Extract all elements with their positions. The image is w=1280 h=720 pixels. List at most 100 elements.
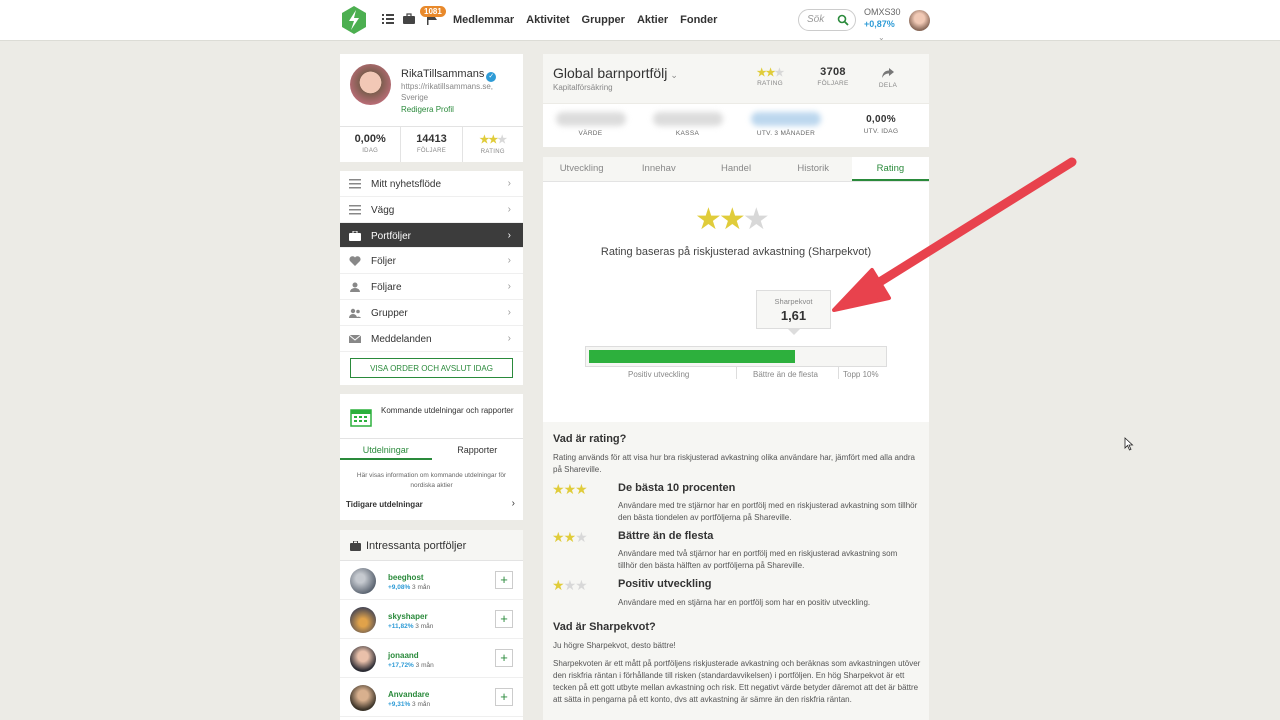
edit-profile-link[interactable]: Redigera Profil bbox=[401, 105, 454, 114]
profile-name[interactable]: RikaTillsammans bbox=[401, 68, 484, 80]
sidebar-item-label: Meddelanden bbox=[371, 333, 432, 345]
sidebar-item-groups[interactable]: Grupper › bbox=[340, 300, 523, 326]
sharpe-explanation: Sharpekvoten är ett mått på portföljens … bbox=[553, 659, 921, 704]
sidebar-item-newsfeed[interactable]: Mitt nyhetsflöde › bbox=[340, 171, 523, 197]
avatar[interactable] bbox=[350, 646, 376, 672]
portfolio-values: VÄRDE KASSA UTV. 3 MÅNADER 0,00% UTV. ID… bbox=[543, 104, 929, 147]
tab-history[interactable]: Historik bbox=[775, 157, 852, 181]
search-input[interactable]: Sök bbox=[798, 9, 856, 31]
sharpe-label: Sharpekvot bbox=[774, 297, 813, 306]
portfolio-gain: +11,82% 3 mån bbox=[388, 623, 433, 630]
dividends-title: Kommande utdelningar och rapporter bbox=[381, 406, 514, 415]
follow-button[interactable]: + bbox=[495, 571, 513, 589]
briefcase-icon[interactable] bbox=[402, 12, 416, 26]
portfolio-followers[interactable]: 3708 FÖLJARE bbox=[813, 66, 853, 87]
nav-groups[interactable]: Grupper bbox=[582, 14, 625, 26]
portfolio-owner-name[interactable]: Anvandare bbox=[388, 690, 429, 699]
chevron-right-icon: › bbox=[507, 332, 511, 344]
follow-button[interactable]: + bbox=[495, 649, 513, 667]
notification-badge: 1081 bbox=[420, 6, 446, 17]
list-item[interactable]: jonaand +17,72% 3 mån + bbox=[340, 639, 523, 678]
level-1-title: Positiv utveckling bbox=[618, 578, 712, 590]
nav-stocks[interactable]: Aktier bbox=[637, 14, 668, 26]
search-icon[interactable] bbox=[837, 14, 849, 26]
follow-button[interactable]: + bbox=[495, 688, 513, 706]
previous-dividends-link[interactable]: Tidigare utdelningar bbox=[346, 500, 423, 509]
nav-activity[interactable]: Aktivitet bbox=[526, 14, 569, 26]
rating-label: RATING bbox=[757, 80, 783, 87]
tab-rating[interactable]: Rating bbox=[851, 157, 930, 181]
stat-followers[interactable]: 14413 FÖLJARE bbox=[401, 127, 463, 162]
share-label: DELA bbox=[878, 82, 898, 89]
bar-label-positive: Positiv utveckling bbox=[628, 370, 690, 379]
interesting-portfolios-title: Intressanta portföljer bbox=[366, 540, 467, 552]
tab-trading[interactable]: Handel bbox=[697, 157, 774, 181]
tab-holdings[interactable]: Innehav bbox=[620, 157, 697, 181]
sidebar-item-messages[interactable]: Meddelanden › bbox=[340, 326, 523, 352]
shareville-logo[interactable] bbox=[340, 5, 368, 35]
stat-rating: ★★★ RATING bbox=[463, 127, 523, 162]
nav-funds[interactable]: Fonder bbox=[680, 14, 717, 26]
profile-avatar[interactable] bbox=[350, 64, 391, 105]
portfolio-owner-name[interactable]: beeghost bbox=[388, 573, 424, 582]
list-item[interactable]: skyshaper +11,82% 3 mån + bbox=[340, 600, 523, 639]
stat-followers-label: FÖLJARE bbox=[416, 148, 447, 154]
sharpe-intro: Ju högre Sharpekvot, desto bättre! bbox=[553, 641, 676, 650]
rating-panel: ★★★ Rating baseras på riskjusterad avkas… bbox=[543, 182, 929, 422]
portfolio-owner-name[interactable]: jonaand bbox=[388, 651, 419, 660]
search-placeholder: Sök bbox=[807, 14, 825, 25]
rating-bar-labels: Positiv utveckling Bättre än de flesta T… bbox=[585, 367, 887, 382]
level-3-desc: Användare med tre stjärnor har en portfö… bbox=[618, 501, 918, 522]
sidebar-item-label: Följare bbox=[371, 282, 402, 294]
portfolio-tabs: Utveckling Innehav Handel Historik Ratin… bbox=[543, 157, 930, 182]
index-ticker[interactable]: OMXS30 +0,87% ⌄ bbox=[864, 7, 901, 42]
group-icon bbox=[349, 308, 361, 318]
bar-divider bbox=[736, 367, 737, 379]
sidebar-item-wall[interactable]: Vägg › bbox=[340, 197, 523, 223]
index-change: +0,87% bbox=[864, 19, 895, 29]
sidebar-item-portfolios[interactable]: Portföljer › bbox=[340, 222, 523, 249]
sidebar-item-followers[interactable]: Följare › bbox=[340, 274, 523, 300]
level-2-title: Bättre än de flesta bbox=[618, 530, 714, 542]
interesting-portfolios-header: Intressanta portföljer bbox=[340, 530, 523, 561]
main-nav: Medlemmar Aktivitet Grupper Aktier Fonde… bbox=[453, 14, 717, 26]
rating-description: Rating baseras på riskjusterad avkastnin… bbox=[600, 246, 872, 258]
profile-url-text[interactable]: https://rikatillsammans.se, bbox=[401, 81, 519, 92]
rating-info-section: Vad är rating? Rating används för att vi… bbox=[543, 422, 929, 720]
one-star: ★★★ bbox=[552, 577, 588, 593]
tab-reports[interactable]: Rapporter bbox=[432, 439, 524, 460]
stat-today-value: 0,00% bbox=[354, 133, 386, 145]
user-avatar[interactable] bbox=[909, 10, 930, 31]
value-today: 0,00% UTV. IDAG bbox=[855, 114, 907, 135]
list-item[interactable]: beeghost +9,08% 3 mån + bbox=[340, 561, 523, 600]
envelope-icon bbox=[349, 334, 361, 343]
avatar[interactable] bbox=[350, 568, 376, 594]
hidden-value bbox=[555, 112, 626, 126]
avatar[interactable] bbox=[350, 607, 376, 633]
stat-today: 0,00% IDAG bbox=[340, 127, 402, 162]
what-is-rating-text: Rating används för att visa hur bra risk… bbox=[553, 453, 915, 474]
rating-progress-bar bbox=[585, 346, 887, 367]
tab-dividends[interactable]: Utdelningar bbox=[340, 439, 432, 460]
nav-members[interactable]: Medlemmar bbox=[453, 14, 514, 26]
avatar[interactable] bbox=[350, 685, 376, 711]
star-filled-icon: ★ bbox=[695, 203, 722, 236]
list-item[interactable]: Anvandare +9,31% 3 mån + bbox=[340, 678, 523, 717]
hidden-value bbox=[751, 112, 821, 126]
feed-list-icon[interactable] bbox=[381, 12, 395, 26]
portfolio-owner-name[interactable]: skyshaper bbox=[388, 612, 428, 621]
person-icon bbox=[350, 282, 360, 293]
two-stars: ★★★ bbox=[552, 529, 588, 545]
sidebar-item-following[interactable]: Följer › bbox=[340, 248, 523, 275]
tab-development[interactable]: Utveckling bbox=[543, 157, 620, 181]
portfolio-title-row[interactable]: Global barnportfölj ⌄ bbox=[553, 65, 678, 81]
followers-count: 3708 bbox=[820, 66, 846, 78]
value-label: VÄRDE bbox=[578, 130, 603, 137]
portfolio-title: Global barnportfölj bbox=[553, 65, 668, 81]
chevron-right-icon[interactable]: › bbox=[512, 498, 515, 509]
share-button[interactable]: DELA bbox=[875, 66, 901, 89]
show-orders-button[interactable]: VISA ORDER OCH AVSLUT IDAG bbox=[350, 358, 513, 378]
sidebar-item-label: Portföljer bbox=[371, 230, 412, 242]
briefcase-icon bbox=[349, 230, 361, 241]
follow-button[interactable]: + bbox=[495, 610, 513, 628]
